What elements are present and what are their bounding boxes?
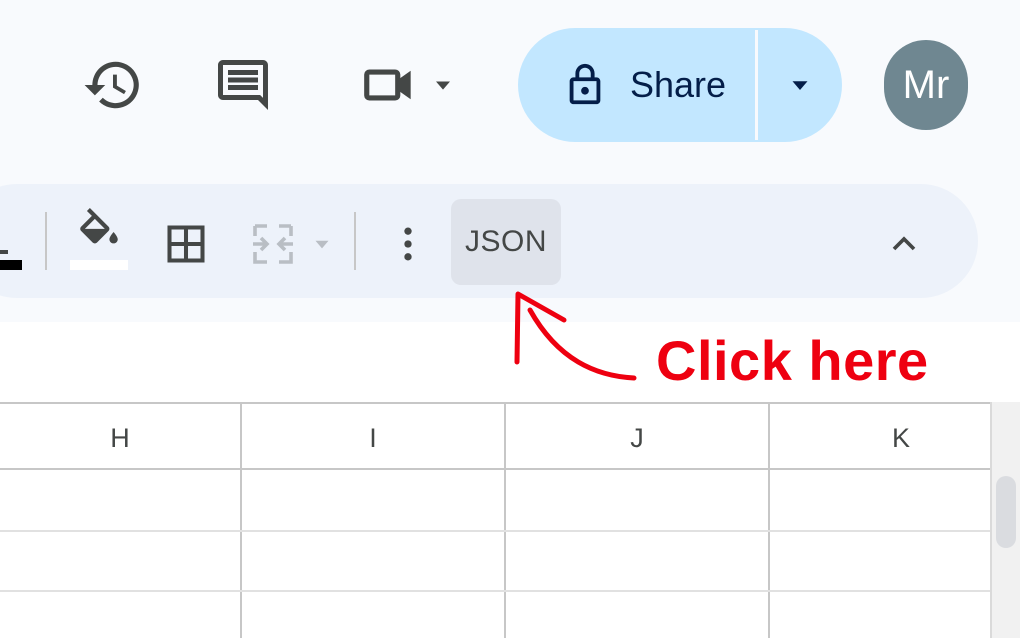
borders-button[interactable] <box>156 214 216 274</box>
callout-text: Click here <box>656 329 929 392</box>
chevron-up-icon <box>892 236 916 251</box>
scrollbar-thumb[interactable] <box>996 476 1016 548</box>
share-label: Share <box>630 64 727 105</box>
fill-color-button[interactable] <box>68 206 130 272</box>
toolbar-separator <box>354 212 356 270</box>
more-options-button[interactable] <box>378 214 438 274</box>
column-header-h[interactable]: H <box>0 404 240 470</box>
chevron-down-icon <box>436 81 450 90</box>
share-button[interactable]: Share <box>518 28 755 142</box>
text-color-icon-tip <box>0 250 8 254</box>
comments-button[interactable] <box>208 50 278 120</box>
toolbar-separator <box>45 212 47 270</box>
row-divider <box>0 590 990 592</box>
column-divider <box>504 402 506 638</box>
column-header-row: H I J K <box>0 402 990 470</box>
account-avatar[interactable]: Mr <box>884 40 968 130</box>
fill-color-swatch <box>70 260 128 270</box>
merge-cells-icon <box>253 224 293 264</box>
chevron-down-icon <box>315 240 329 249</box>
column-header-j[interactable]: J <box>506 404 768 470</box>
text-color-button[interactable] <box>0 212 26 272</box>
comments-icon <box>218 60 268 110</box>
spreadsheet-grid[interactable]: H I J K <box>0 402 990 638</box>
video-call-icon <box>364 69 411 101</box>
paint-bucket-icon <box>80 208 118 244</box>
column-header-i[interactable]: I <box>242 404 504 470</box>
version-history-button[interactable] <box>78 50 148 120</box>
vertical-scrollbar[interactable] <box>990 402 1020 638</box>
share-options-button[interactable] <box>758 28 842 142</box>
column-header-k[interactable]: K <box>770 404 1020 470</box>
text-color-icon <box>0 260 22 270</box>
collapse-toolbar-button[interactable] <box>874 214 934 274</box>
borders-icon <box>167 225 205 263</box>
meet-button[interactable] <box>346 50 470 120</box>
merge-cells-button[interactable] <box>240 214 344 274</box>
more-vert-icon <box>404 227 412 261</box>
share-button-group: Share <box>518 28 842 142</box>
row-divider <box>0 530 990 532</box>
column-divider <box>240 402 242 638</box>
history-icon <box>84 61 139 109</box>
chevron-down-icon <box>792 81 808 90</box>
column-divider <box>768 402 770 638</box>
json-button[interactable]: JSON <box>451 199 561 285</box>
callout-arrow <box>514 291 637 381</box>
lock-icon <box>569 63 601 105</box>
